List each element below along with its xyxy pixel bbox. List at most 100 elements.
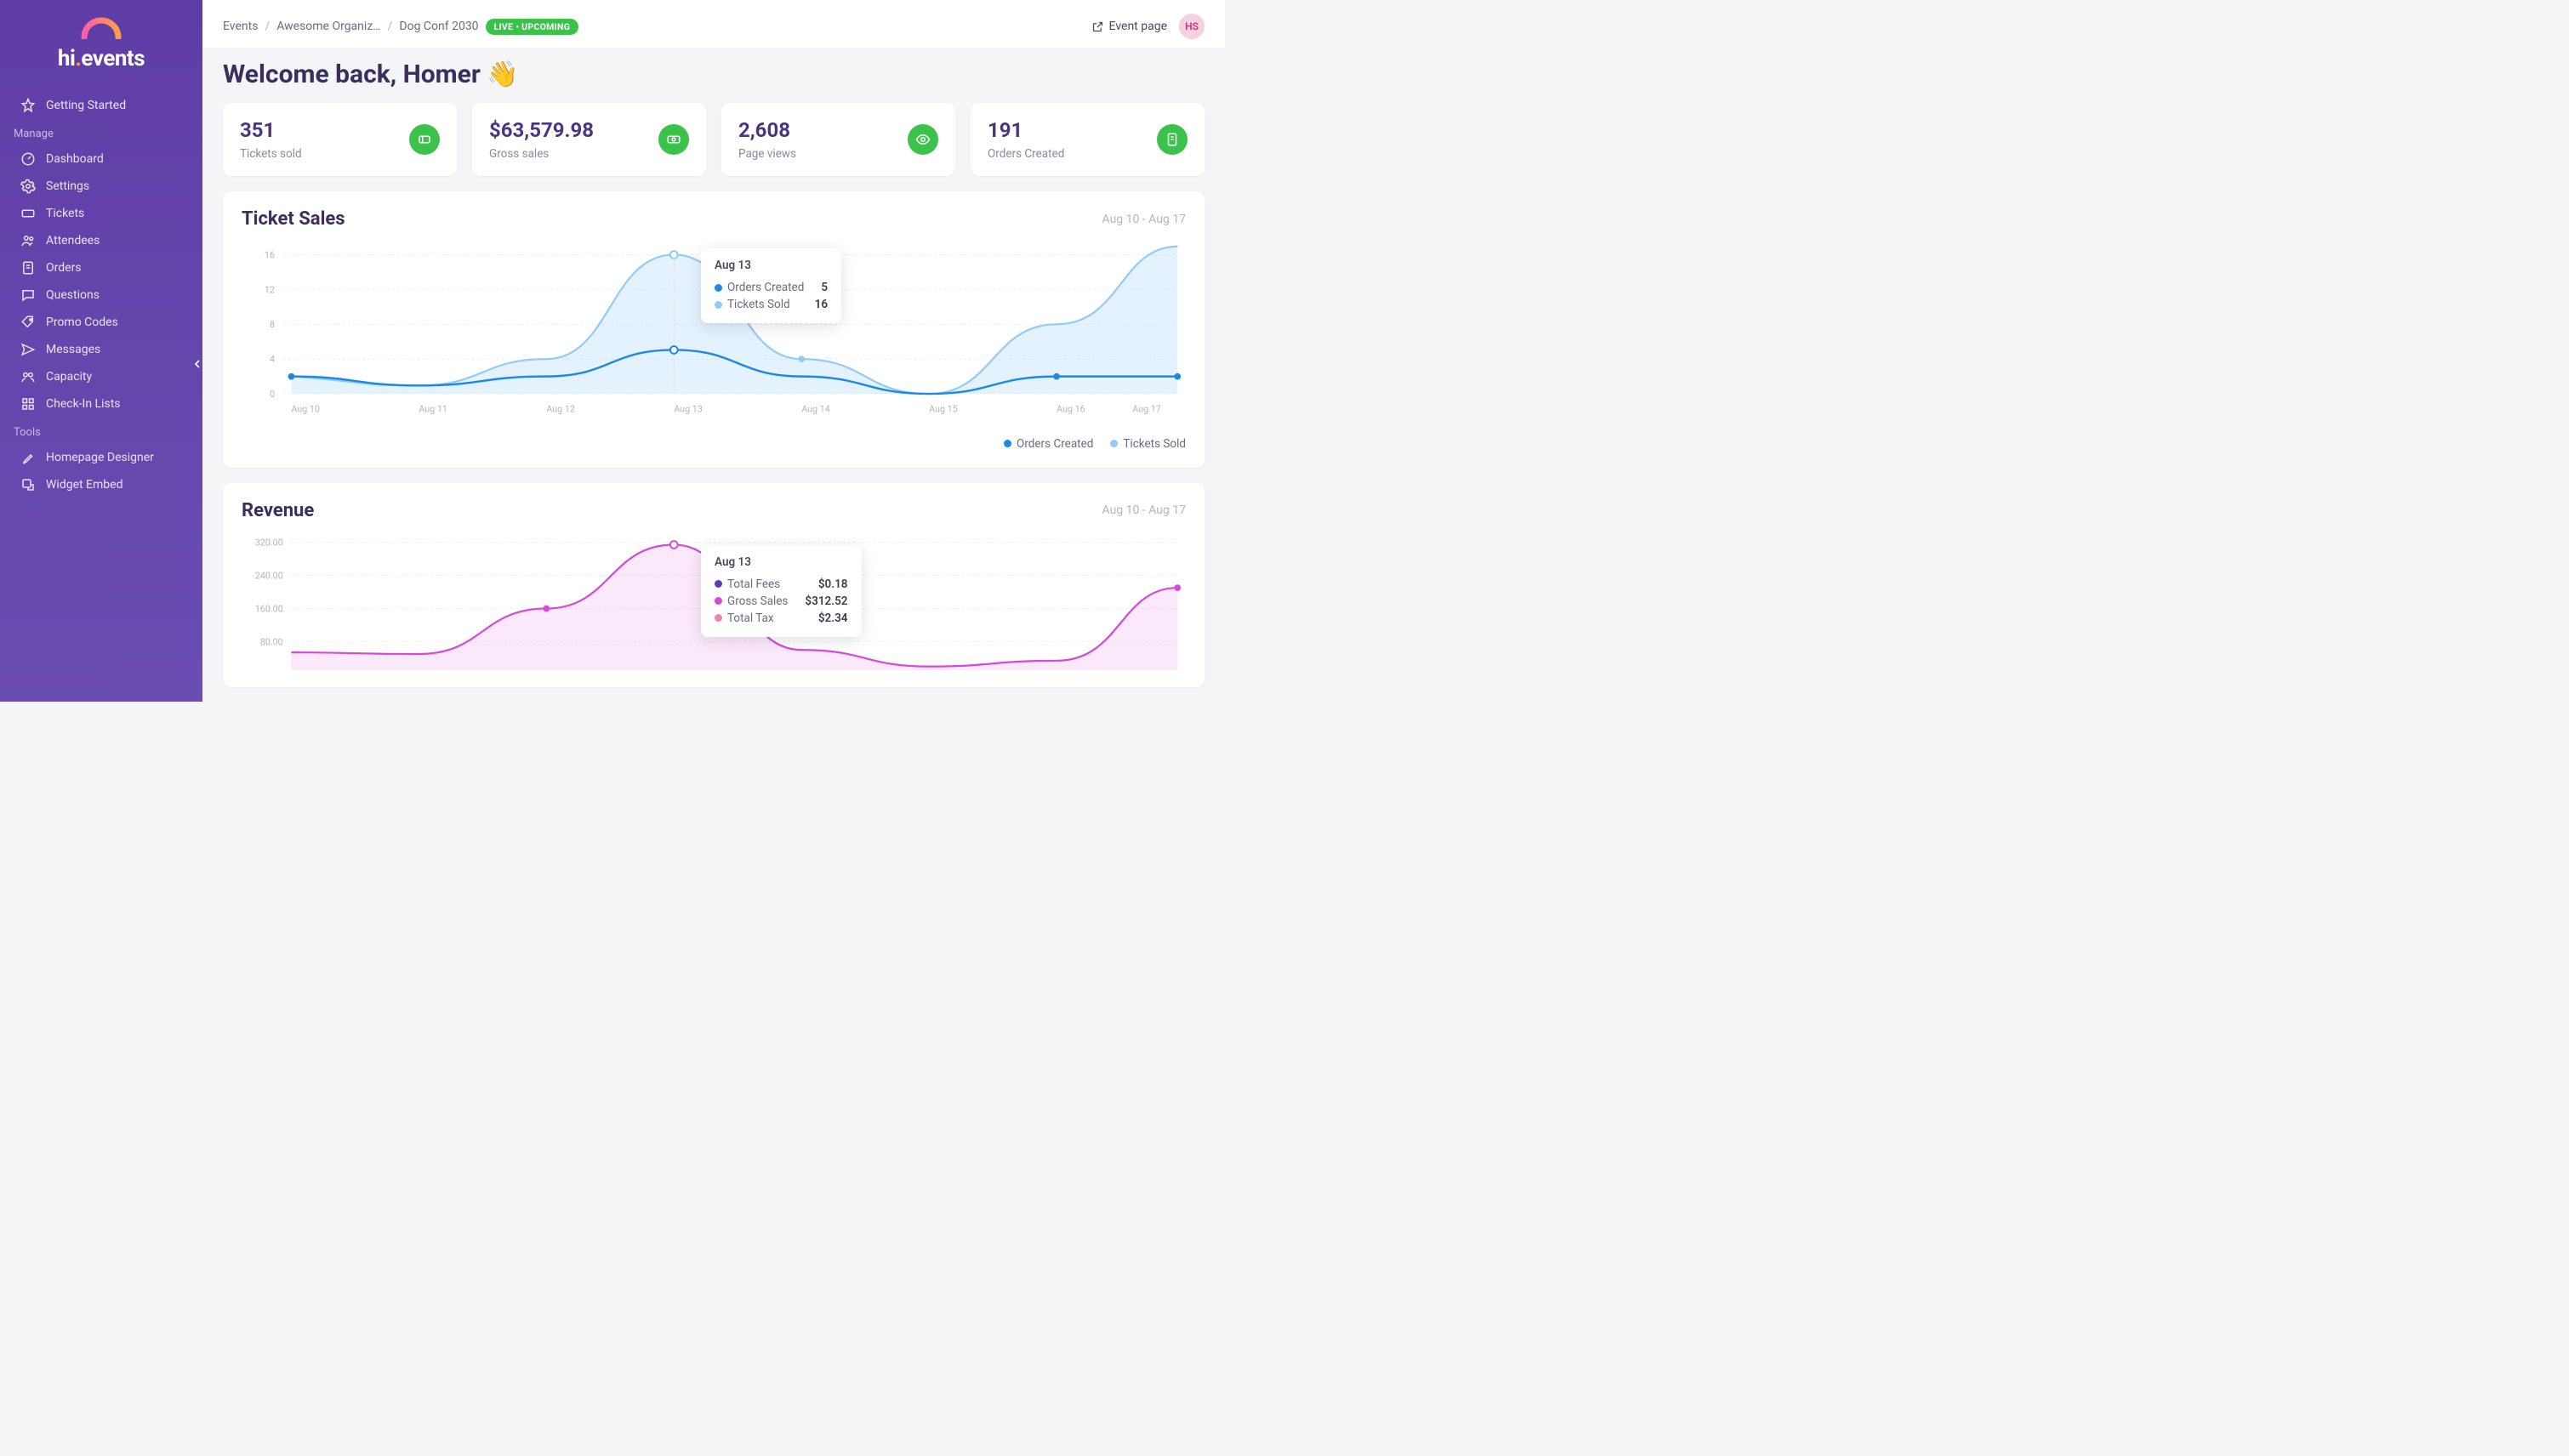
ticket-sales-panel: Ticket Sales Aug 10 - Aug 17 1612840 Aug… bbox=[223, 191, 1205, 468]
send-icon bbox=[20, 342, 36, 357]
stat-label: Tickets sold bbox=[240, 147, 302, 161]
sidebar-item-homepage[interactable]: Homepage Designer bbox=[7, 444, 196, 471]
users-icon bbox=[20, 233, 36, 248]
embed-icon bbox=[20, 477, 36, 492]
nav-section-tools: Tools bbox=[0, 418, 202, 444]
svg-text:320.00: 320.00 bbox=[255, 537, 283, 548]
toplinks: Event page HS bbox=[1091, 14, 1205, 39]
sidebar-item-label: Tickets bbox=[46, 207, 84, 220]
stat-value: $63,579.98 bbox=[489, 118, 594, 142]
gauge-icon bbox=[20, 151, 36, 167]
tooltip-value: 16 bbox=[815, 298, 828, 311]
sidebar-item-label: Orders bbox=[46, 261, 82, 275]
group-icon bbox=[20, 369, 36, 384]
svg-text:Aug 14: Aug 14 bbox=[801, 403, 830, 414]
logo[interactable]: hi.events bbox=[0, 15, 202, 71]
tooltip-label: Tickets Sold bbox=[727, 298, 790, 311]
svg-text:0: 0 bbox=[270, 389, 275, 400]
breadcrumb-sep: / bbox=[265, 20, 270, 33]
legend-orders[interactable]: Orders Created bbox=[1004, 437, 1093, 451]
stat-label: Page views bbox=[738, 147, 796, 161]
collapse-sidebar-button[interactable] bbox=[191, 357, 204, 371]
event-page-link[interactable]: Event page bbox=[1091, 20, 1167, 33]
stat-orders-created: 191 Orders Created bbox=[971, 103, 1205, 176]
sidebar-item-attendees[interactable]: Attendees bbox=[7, 227, 196, 254]
avatar[interactable]: HS bbox=[1179, 14, 1205, 39]
tooltip-date: Aug 13 bbox=[715, 259, 828, 272]
sidebar-item-label: Dashboard bbox=[46, 152, 104, 166]
sidebar-item-label: Widget Embed bbox=[46, 478, 122, 492]
svg-text:Aug 11: Aug 11 bbox=[419, 403, 447, 414]
stats-row: 351 Tickets sold $63,579.98 Gross sales 2,… bbox=[223, 103, 1205, 176]
tag-icon bbox=[20, 315, 36, 330]
main-content: Events / Awesome Organiz… / Dog Conf 203… bbox=[202, 0, 1225, 702]
sidebar-item-capacity[interactable]: Capacity bbox=[7, 363, 196, 390]
tooltip-label: Total Tax bbox=[727, 611, 774, 625]
event-page-link-label: Event page bbox=[1109, 20, 1167, 33]
ticket-icon bbox=[409, 124, 440, 155]
star-icon bbox=[20, 98, 36, 113]
ticket-sales-legend: Orders Created Tickets Sold bbox=[242, 437, 1186, 451]
sidebar-item-dashboard[interactable]: Dashboard bbox=[7, 145, 196, 173]
tooltip-label: Gross Sales bbox=[727, 594, 788, 608]
stat-page-views: 2,608Page views bbox=[721, 103, 955, 176]
svg-text:Aug 12: Aug 12 bbox=[546, 403, 575, 414]
sidebar-item-label: Homepage Designer bbox=[46, 451, 154, 464]
legend-tickets[interactable]: Tickets Sold bbox=[1110, 437, 1186, 451]
breadcrumb-events[interactable]: Events bbox=[223, 20, 258, 33]
tooltip-value: 5 bbox=[821, 281, 828, 294]
stat-tickets-sold: 351 Tickets sold bbox=[223, 103, 457, 176]
welcome-heading: Welcome back, Homer 👋 bbox=[223, 60, 1205, 89]
sidebar-item-label: Capacity bbox=[46, 370, 92, 384]
svg-text:4: 4 bbox=[270, 354, 275, 365]
sidebar-item-questions[interactable]: Questions bbox=[7, 282, 196, 309]
sidebar-item-promo[interactable]: Promo Codes bbox=[7, 309, 196, 336]
sidebar-item-tickets[interactable]: Tickets bbox=[7, 200, 196, 227]
sidebar: hi.events Getting Started Manage Dashboa… bbox=[0, 0, 202, 702]
sidebar-item-label: Promo Codes bbox=[46, 316, 118, 329]
brush-icon bbox=[20, 450, 36, 465]
svg-text:Aug 17: Aug 17 bbox=[1132, 403, 1161, 414]
tooltip-value: $0.18 bbox=[818, 577, 848, 591]
external-link-icon bbox=[1091, 20, 1104, 33]
breadcrumb-sep: / bbox=[388, 20, 393, 33]
sidebar-item-label: Questions bbox=[46, 288, 100, 302]
receipt-icon bbox=[20, 260, 36, 276]
sidebar-item-label: Messages bbox=[46, 343, 100, 356]
stat-value: 351 bbox=[240, 118, 302, 142]
tooltip-value: $2.34 bbox=[818, 611, 848, 625]
sidebar-item-settings[interactable]: Settings bbox=[7, 173, 196, 200]
logo-text: hi.events bbox=[0, 46, 202, 71]
sidebar-item-orders[interactable]: Orders bbox=[7, 254, 196, 282]
svg-text:Aug 15: Aug 15 bbox=[929, 403, 958, 414]
cash-icon bbox=[658, 124, 689, 155]
topbar: Events / Awesome Organiz… / Dog Conf 203… bbox=[202, 0, 1225, 48]
stat-label: Gross sales bbox=[489, 147, 594, 161]
svg-text:Aug 16: Aug 16 bbox=[1057, 403, 1085, 414]
receipt-icon bbox=[1157, 124, 1188, 155]
nav-section-manage: Manage bbox=[0, 119, 202, 145]
revenue-tooltip: Aug 13 Total Fees$0.18 Gross Sales$312.5… bbox=[701, 545, 862, 637]
sidebar-item-getting-started[interactable]: Getting Started bbox=[7, 92, 196, 119]
tooltip-value: $312.52 bbox=[805, 594, 847, 608]
revenue-panel: Revenue Aug 10 - Aug 17 320.00240.00160.… bbox=[223, 483, 1205, 688]
sidebar-item-widget[interactable]: Widget Embed bbox=[7, 471, 196, 498]
grid-icon bbox=[20, 396, 36, 412]
stat-value: 191 bbox=[988, 118, 1064, 142]
sidebar-item-label: Getting Started bbox=[46, 99, 126, 112]
svg-text:Aug 10: Aug 10 bbox=[291, 403, 320, 414]
eye-icon bbox=[908, 124, 938, 155]
svg-text:240.00: 240.00 bbox=[255, 570, 283, 581]
svg-text:80.00: 80.00 bbox=[260, 636, 283, 647]
sidebar-item-messages[interactable]: Messages bbox=[7, 336, 196, 363]
live-badge: LIVE • UPCOMING bbox=[486, 19, 579, 35]
logo-arc-icon bbox=[77, 15, 125, 39]
breadcrumb-event[interactable]: Dog Conf 2030 bbox=[399, 20, 478, 33]
gear-icon bbox=[20, 179, 36, 194]
sidebar-item-checkin[interactable]: Check-In Lists bbox=[7, 390, 196, 418]
tooltip-date: Aug 13 bbox=[715, 555, 848, 569]
svg-text:160.00: 160.00 bbox=[255, 603, 283, 614]
ticket-sales-tooltip: Aug 13 Orders Created5 Tickets Sold16 bbox=[701, 248, 841, 323]
breadcrumb-org[interactable]: Awesome Organiz… bbox=[276, 20, 380, 33]
stat-label: Orders Created bbox=[988, 147, 1064, 161]
